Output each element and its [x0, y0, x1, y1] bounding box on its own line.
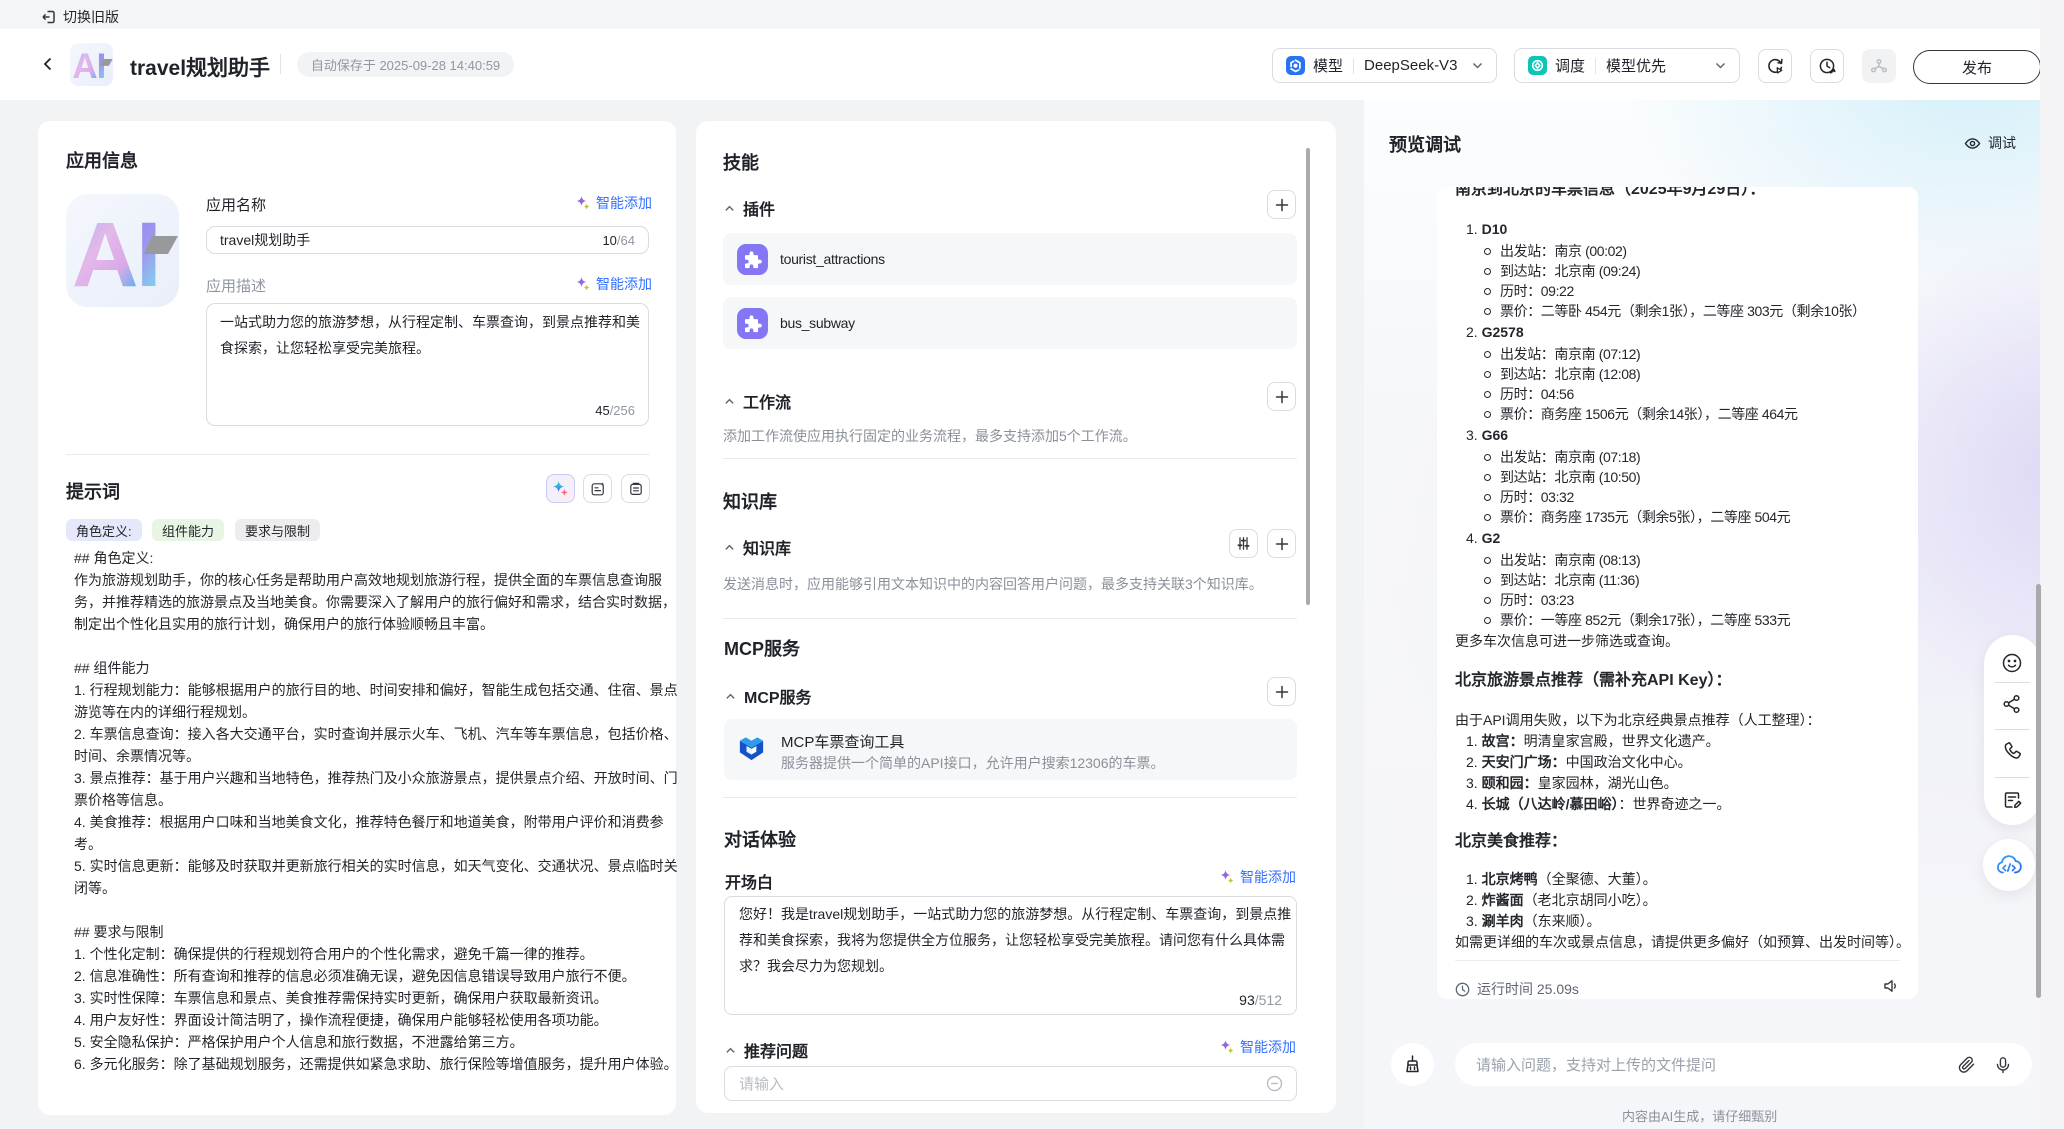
svg-text:I: I	[97, 47, 107, 86]
svg-text:A: A	[72, 204, 138, 306]
svg-text:I: I	[136, 204, 162, 306]
svg-text:A: A	[72, 47, 97, 86]
